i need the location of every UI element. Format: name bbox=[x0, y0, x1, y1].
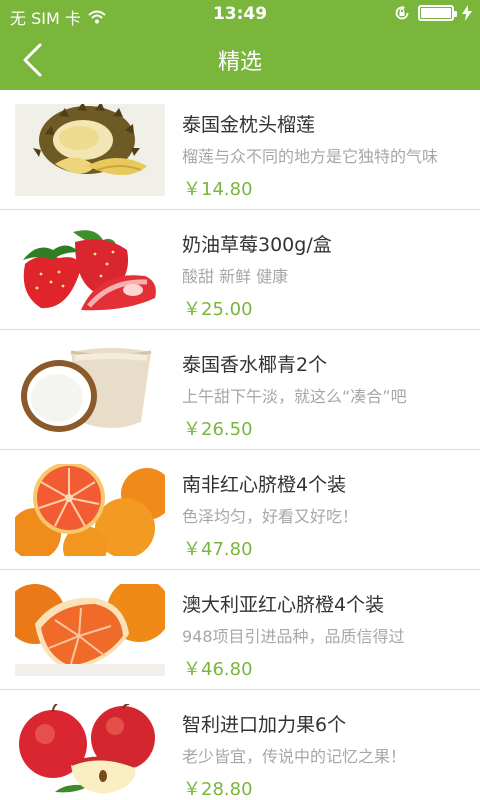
product-item-durian[interactable]: 泰国金枕头榴莲 榴莲与众不同的地方是它独特的气味 ￥14.80 bbox=[0, 90, 480, 210]
product-description: 榴莲与众不同的地方是它独特的气味 bbox=[182, 147, 439, 166]
charging-icon bbox=[462, 5, 472, 21]
product-item-red-orange[interactable]: 澳大利亚红心脐橙4个装 948项目引进品种，品质信得过 ￥46.80 bbox=[0, 570, 480, 690]
battery-icon bbox=[418, 5, 457, 21]
product-item-strawberry[interactable]: 奶油草莓300g/盒 酸甜 新鲜 健康 ￥25.00 bbox=[0, 210, 480, 330]
product-description: 948项目引进品种，品质信得过 bbox=[182, 627, 405, 646]
product-name: 澳大利亚红心脐橙4个装 bbox=[182, 594, 385, 616]
page-title: 精选 bbox=[217, 50, 262, 75]
product-description: 老少皆宜，传说中的记忆之果！ bbox=[182, 747, 407, 766]
strawberry-image bbox=[15, 224, 165, 316]
back-button[interactable] bbox=[12, 40, 52, 80]
product-price: ￥28.80 bbox=[183, 779, 253, 800]
product-item-navel-orange[interactable]: 南非红心脐橙4个装 色泽均匀，好看又好吃！ ￥47.80 bbox=[0, 450, 480, 570]
product-description: 色泽均匀，好看又好吃！ bbox=[182, 507, 359, 526]
product-name: 泰国金枕头榴莲 bbox=[182, 114, 316, 136]
red-orange-image bbox=[15, 584, 165, 676]
product-price: ￥25.00 bbox=[183, 299, 253, 320]
product-list: 泰国金枕头榴莲 榴莲与众不同的地方是它独特的气味 ￥14.80 奶油草莓300g… bbox=[0, 90, 480, 800]
apple-image bbox=[15, 704, 165, 796]
status-right bbox=[394, 5, 472, 21]
product-price: ￥47.80 bbox=[183, 539, 253, 560]
navel-orange-image bbox=[15, 464, 165, 556]
status-bar: 无 SIM 卡 13:49 bbox=[0, 0, 480, 30]
coconut-image bbox=[15, 344, 165, 436]
product-item-apple[interactable]: 智利进口加力果6个 老少皆宜，传说中的记忆之果！ ￥28.80 bbox=[0, 690, 480, 800]
product-price: ￥26.50 bbox=[183, 419, 253, 440]
durian-image bbox=[15, 104, 165, 196]
product-price: ￥46.80 bbox=[183, 659, 253, 680]
product-description: 上午甜下午淡，就这么“凑合”吧 bbox=[182, 387, 407, 406]
product-name: 南非红心脐橙4个装 bbox=[182, 474, 347, 496]
rotation-lock-icon bbox=[395, 5, 409, 20]
product-description: 酸甜 新鲜 健康 bbox=[182, 267, 289, 286]
product-name: 泰国香水椰青2个 bbox=[182, 354, 328, 376]
chevron-left-icon bbox=[23, 43, 42, 77]
top-bar: 无 SIM 卡 13:49 精选 bbox=[0, 0, 480, 90]
product-name: 奶油草莓300g/盒 bbox=[182, 234, 332, 256]
product-item-coconut[interactable]: 泰国香水椰青2个 上午甜下午淡，就这么“凑合”吧 ￥26.50 bbox=[0, 330, 480, 450]
product-name: 智利进口加力果6个 bbox=[182, 714, 347, 736]
product-price: ￥14.80 bbox=[183, 179, 253, 200]
nav-bar: 精选 bbox=[0, 30, 480, 90]
